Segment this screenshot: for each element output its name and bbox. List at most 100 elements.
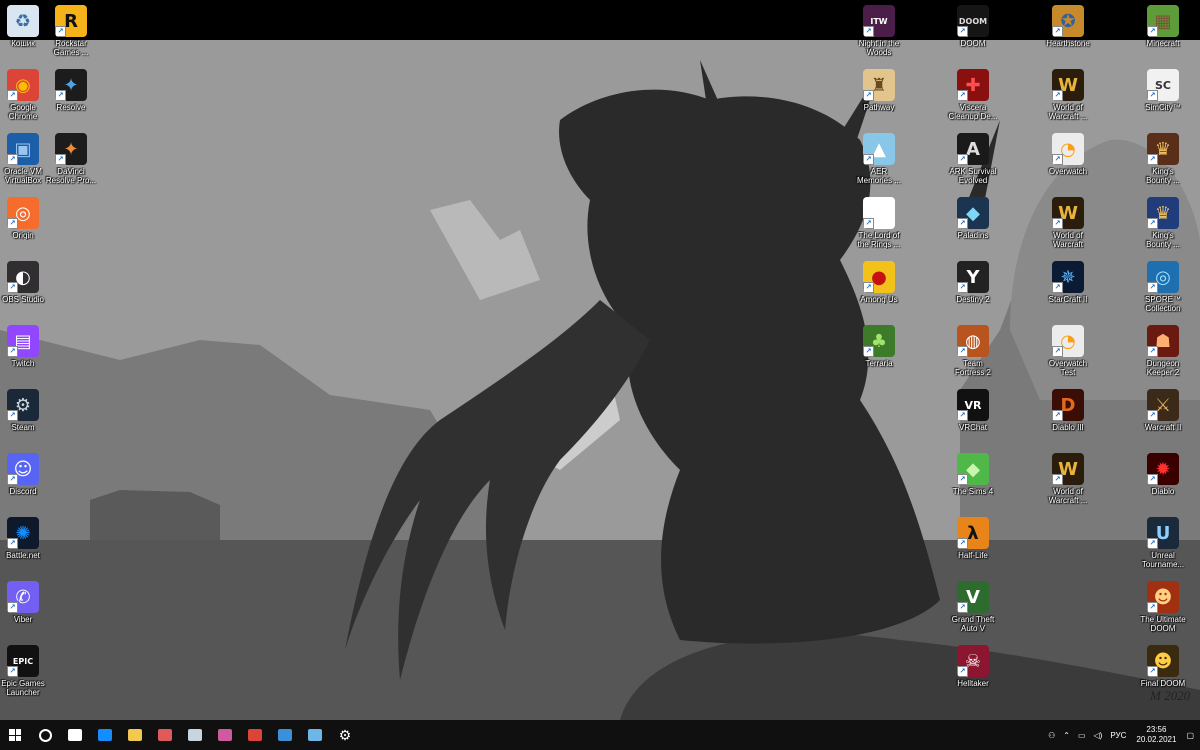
- desktop-shortcut[interactable]: ◆ ↗ The Sims 4: [938, 450, 1008, 512]
- snipping-tool-icon: [218, 729, 232, 741]
- desktop-shortcut[interactable]: W ↗ World of Warcraft ...: [1033, 450, 1103, 512]
- spore-icon: ◎ ↗: [1147, 261, 1179, 293]
- desktop-shortcut[interactable]: D ↗ Diablo III: [1033, 386, 1103, 448]
- desktop-shortcut[interactable]: ◆ ↗ Paladins: [938, 194, 1008, 256]
- desktop-shortcut[interactable]: ☻ ↗ Final DOOM: [1128, 642, 1198, 704]
- shortcut-arrow-icon: ↗: [1147, 474, 1158, 485]
- desktop-shortcut[interactable]: λ ↗ Half-Life: [938, 514, 1008, 576]
- taskbar-button[interactable]: [180, 720, 210, 750]
- desktop-shortcut[interactable]: VR ↗ VRChat: [938, 386, 1008, 448]
- shortcut-arrow-icon: ↗: [957, 602, 968, 613]
- desktop-shortcut[interactable]: R ↗ Rockstar Games ...: [36, 2, 106, 64]
- chevron-up-icon[interactable]: ⌃: [1063, 731, 1070, 740]
- taskbar-button[interactable]: [90, 720, 120, 750]
- desktop-shortcut[interactable]: DOOM ↗ DOOM: [938, 2, 1008, 64]
- desktop-shortcut[interactable]: SC ↗ SimCity™: [1128, 66, 1198, 128]
- desktop-shortcut[interactable]: ✪ ↗ Hearthstone: [1033, 2, 1103, 64]
- wow-icon: W ↗: [1052, 69, 1084, 101]
- shortcut-arrow-icon: ↗: [55, 154, 66, 165]
- desktop-shortcut[interactable]: ♣ ↗ Terraria: [844, 322, 914, 384]
- desktop-shortcut[interactable]: EPIC ↗ Epic Games Launcher: [0, 642, 58, 704]
- desktop-shortcut[interactable]: ◎ ↗ Origin: [0, 194, 58, 256]
- starcraft-icon: ✵ ↗: [1052, 261, 1084, 293]
- taskbar-button[interactable]: [210, 720, 240, 750]
- desktop-shortcut[interactable]: ☻ ↗ The Ultimate DOOM: [1128, 578, 1198, 640]
- desktop-shortcut[interactable]: ✵ ↗ StarCraft II: [1033, 258, 1103, 320]
- desktop-shortcut[interactable]: ✹ ↗ Diablo: [1128, 450, 1198, 512]
- icon-label: Rockstar Games ...: [53, 39, 89, 57]
- taskbar-button[interactable]: [270, 720, 300, 750]
- desktop-shortcut[interactable]: ☠ ↗ Helltaker: [938, 642, 1008, 704]
- desktop-shortcut[interactable]: ◎ ↗ SPORE™ Collection: [1128, 258, 1198, 320]
- desktop-shortcut[interactable]: ✺ ↗ Battle.net: [0, 514, 58, 576]
- icon-label: SPORE™ Collection: [1144, 295, 1181, 313]
- desktop[interactable]: M 2020 ♻ Кошик R ↗ Rockstar Games ... ◉ ↗ Googl…: [0, 0, 1200, 720]
- icon-label: Pathway: [863, 103, 895, 112]
- language-indicator[interactable]: РУС: [1110, 731, 1126, 740]
- desktop-shortcut[interactable]: ◔ ↗ Overwatch: [1033, 130, 1103, 192]
- desktop-shortcut[interactable]: ● ↗ Among Us: [844, 258, 914, 320]
- shortcut-arrow-icon: ↗: [55, 26, 66, 37]
- shortcut-arrow-icon: ↗: [1147, 154, 1158, 165]
- desktop-shortcut[interactable]: W ↗ World of Warcraft ...: [1033, 66, 1103, 128]
- taskbar-button[interactable]: ⚙: [330, 720, 360, 750]
- clock[interactable]: 23:56 20.02.2021: [1136, 725, 1176, 745]
- desktop-shortcut[interactable]: U ↗ Unreal Tourname...: [1128, 514, 1198, 576]
- rockstar-icon: R ↗: [55, 5, 87, 37]
- shortcut-arrow-icon: ↗: [7, 410, 18, 421]
- desktop-shortcut[interactable]: ☗ ↗ Dungeon Keeper 2: [1128, 322, 1198, 384]
- people-icon[interactable]: ⚇: [1048, 731, 1055, 740]
- desktop-shortcut[interactable]: ♛ ↗ King's Bounty ...: [1128, 194, 1198, 256]
- desktop-shortcut[interactable]: A ↗ ARK Survival Evolved: [938, 130, 1008, 192]
- desktop-shortcut[interactable]: W ↗ World of Warcraft: [1033, 194, 1103, 256]
- desktop-shortcut[interactable]: ⚙ ↗ Steam: [0, 386, 58, 448]
- icon-label: Paladins: [957, 231, 989, 240]
- desktop-shortcut[interactable]: ▤ ↗ Twitch: [0, 322, 58, 384]
- shortcut-arrow-icon: ↗: [863, 90, 874, 101]
- notifications-icon[interactable]: ▢: [1186, 731, 1194, 740]
- desktop-shortcut[interactable]: ▲ ↗ AER Memories ...: [844, 130, 914, 192]
- taskbar-button[interactable]: [0, 720, 30, 750]
- icon-label: DaVinci Resolve Pro...: [45, 167, 97, 185]
- settings-icon: ⚙: [338, 727, 352, 743]
- taskbar-button[interactable]: [60, 720, 90, 750]
- desktop-shortcut[interactable]: ✦ ↗ DaVinci Resolve Pro...: [36, 130, 106, 192]
- speaker-icon[interactable]: ◁): [1094, 731, 1103, 740]
- taskbar-button[interactable]: [240, 720, 270, 750]
- desktop-shortcut[interactable]: ITW ↗ Night in the Woods: [844, 2, 914, 64]
- taskbar-button[interactable]: [150, 720, 180, 750]
- icon-label: World of Warcraft ...: [1048, 103, 1088, 121]
- taskbar-button[interactable]: [120, 720, 150, 750]
- desktop-shortcut[interactable]: ⚔ ↗ Warcraft II: [1128, 386, 1198, 448]
- icon-label: Overwatch: [1048, 167, 1088, 176]
- paladins-icon: ◆ ↗: [957, 197, 989, 229]
- wow-icon: W ↗: [1052, 197, 1084, 229]
- desktop-shortcut[interactable]: ◍ ↗ Team Fortress 2: [938, 322, 1008, 384]
- network-icon[interactable]: ▭: [1078, 731, 1086, 740]
- recycle-bin-icon: ♻: [7, 5, 39, 37]
- icon-glyph: ◆: [966, 202, 980, 224]
- icon-label: Resolve: [56, 103, 86, 112]
- icon-label: King's Bounty ...: [1146, 167, 1180, 185]
- desktop-shortcut[interactable]: ✆ ↗ Viber: [0, 578, 58, 640]
- chrome-taskbar-icon: [248, 729, 262, 741]
- shortcut-arrow-icon: ↗: [1147, 410, 1158, 421]
- desktop-shortcut[interactable]: ✚ ↗ Viscera Cleanup De...: [938, 66, 1008, 128]
- taskbar-button[interactable]: [30, 720, 60, 750]
- icon-glyph: ◆: [966, 458, 980, 480]
- icon-label: Helltaker: [957, 679, 989, 688]
- desktop-shortcut[interactable]: Y ↗ Destiny 2: [938, 258, 1008, 320]
- desktop-shortcut[interactable]: ↗ The Lord of the Rings ...: [844, 194, 914, 256]
- shortcut-arrow-icon: ↗: [7, 346, 18, 357]
- desktop-shortcut[interactable]: ♜ ↗ Pathway: [844, 66, 914, 128]
- desktop-shortcut[interactable]: ◔ ↗ Overwatch Test: [1033, 322, 1103, 384]
- desktop-shortcut[interactable]: ▦ ↗ Minecraft: [1128, 2, 1198, 64]
- desktop-shortcut[interactable]: ☺ ↗ Discord: [0, 450, 58, 512]
- icon-label: King's Bounty ...: [1146, 231, 1180, 249]
- desktop-shortcut[interactable]: V ↗ Grand Theft Auto V: [938, 578, 1008, 640]
- desktop-shortcut[interactable]: ◐ ↗ OBS Studio: [0, 258, 58, 320]
- desktop-shortcut[interactable]: ✦ ↗ Resolve: [36, 66, 106, 128]
- desktop-shortcut[interactable]: ♛ ↗ King's Bounty ...: [1128, 130, 1198, 192]
- taskbar-button[interactable]: [300, 720, 330, 750]
- shortcut-arrow-icon: ↗: [957, 154, 968, 165]
